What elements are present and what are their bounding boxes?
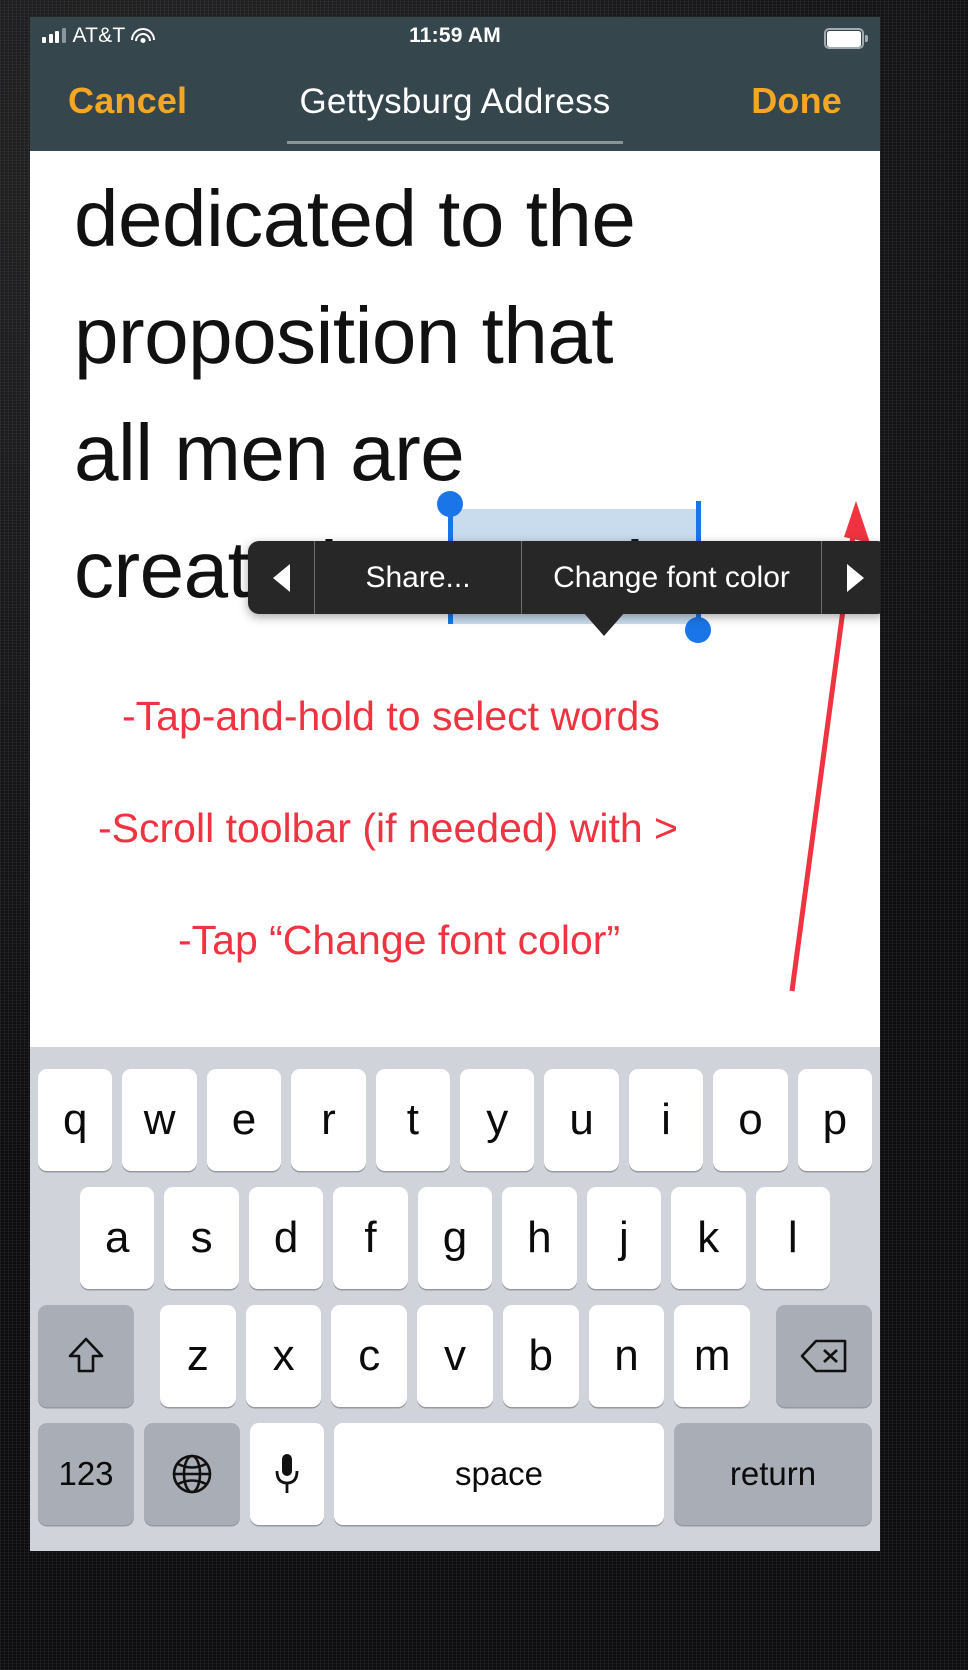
key-c[interactable]: c bbox=[331, 1305, 408, 1407]
key-t[interactable]: t bbox=[375, 1069, 451, 1171]
key-o[interactable]: o bbox=[713, 1069, 788, 1171]
shift-up-arrow-icon bbox=[68, 1337, 104, 1373]
navigation-bar: Cancel Gettysburg Address Done bbox=[30, 60, 880, 151]
key-j[interactable]: j bbox=[586, 1187, 662, 1289]
key-w[interactable]: w bbox=[122, 1069, 197, 1171]
status-bar: AT&T 11:59 AM bbox=[30, 17, 880, 60]
key-v[interactable]: v bbox=[417, 1305, 493, 1407]
key-z[interactable]: z bbox=[160, 1305, 236, 1407]
key-y[interactable]: y bbox=[460, 1069, 535, 1171]
title-underline bbox=[287, 141, 623, 144]
delete-key[interactable] bbox=[776, 1305, 873, 1407]
backspace-delete-icon bbox=[800, 1339, 847, 1373]
keyboard-spacer bbox=[760, 1305, 766, 1407]
keyboard-row-3: z x c v b n m bbox=[30, 1305, 880, 1407]
key-x[interactable]: x bbox=[245, 1305, 322, 1407]
space-key[interactable]: space bbox=[334, 1423, 664, 1525]
shift-key[interactable] bbox=[38, 1305, 134, 1407]
key-k[interactable]: k bbox=[671, 1187, 746, 1289]
selection-handle-end[interactable] bbox=[685, 617, 711, 643]
globe-key[interactable] bbox=[144, 1423, 240, 1525]
keyboard-row-2: a s d f g h j k l bbox=[30, 1187, 880, 1289]
menu-item-change-font-color[interactable]: Change font color bbox=[522, 541, 821, 614]
key-h[interactable]: h bbox=[502, 1187, 577, 1289]
key-q[interactable]: q bbox=[38, 1069, 113, 1171]
key-a[interactable]: a bbox=[80, 1187, 155, 1289]
document-line: all men are bbox=[74, 408, 465, 497]
phone-screen: AT&T 11:59 AM Cancel Gettysburg Address … bbox=[30, 17, 880, 1551]
menu-item-share[interactable]: Share... bbox=[315, 541, 521, 614]
key-d[interactable]: d bbox=[248, 1187, 324, 1289]
globe-language-icon bbox=[172, 1454, 212, 1494]
key-m[interactable]: m bbox=[674, 1305, 751, 1407]
key-p[interactable]: p bbox=[797, 1069, 873, 1171]
selection-handle-start[interactable] bbox=[437, 491, 463, 517]
key-b[interactable]: b bbox=[502, 1305, 579, 1407]
phone-device-frame: AT&T 11:59 AM Cancel Gettysburg Address … bbox=[0, 0, 968, 1670]
key-l[interactable]: l bbox=[755, 1187, 830, 1289]
on-screen-keyboard[interactable]: q w e r t y u i o p a s d f g h j k l z … bbox=[30, 1047, 880, 1551]
battery-full-icon bbox=[824, 28, 868, 49]
context-menu-pointer-tail bbox=[583, 612, 625, 636]
annotation-line-2: -Scroll toolbar (if needed) with > bbox=[98, 805, 678, 851]
key-n[interactable]: n bbox=[588, 1305, 665, 1407]
key-i[interactable]: i bbox=[628, 1069, 704, 1171]
menu-scroll-previous-button[interactable] bbox=[248, 541, 314, 614]
key-f[interactable]: f bbox=[333, 1187, 408, 1289]
annotation-line-1: -Tap-and-hold to select words bbox=[122, 693, 660, 739]
keyboard-row-1: q w e r t y u i o p bbox=[30, 1069, 880, 1171]
numbers-key[interactable]: 123 bbox=[38, 1423, 134, 1525]
key-u[interactable]: u bbox=[544, 1069, 619, 1171]
key-s[interactable]: s bbox=[164, 1187, 239, 1289]
document-line: proposition that bbox=[74, 291, 614, 380]
key-r[interactable]: r bbox=[291, 1069, 366, 1171]
dictation-key[interactable] bbox=[250, 1423, 324, 1525]
triangle-left-icon bbox=[272, 563, 290, 592]
microphone-icon bbox=[275, 1454, 299, 1493]
key-e[interactable]: e bbox=[206, 1069, 282, 1171]
menu-scroll-next-button[interactable] bbox=[822, 541, 880, 614]
triangle-right-icon bbox=[846, 563, 864, 592]
key-g[interactable]: g bbox=[417, 1187, 493, 1289]
status-bar-clock: 11:59 AM bbox=[409, 24, 501, 47]
return-key[interactable]: return bbox=[674, 1423, 872, 1525]
keyboard-row-4: 123 space return bbox=[30, 1423, 880, 1525]
done-button[interactable]: Done bbox=[751, 80, 842, 122]
annotation-line-3: -Tap “Change font color” bbox=[178, 917, 621, 963]
document-line: dedicated to the bbox=[74, 174, 636, 263]
text-edit-context-menu[interactable]: Share... Change font color bbox=[248, 541, 880, 614]
document-text-area[interactable]: dedicated to the proposition that all me… bbox=[30, 151, 880, 1047]
keyboard-spacer bbox=[144, 1305, 150, 1407]
